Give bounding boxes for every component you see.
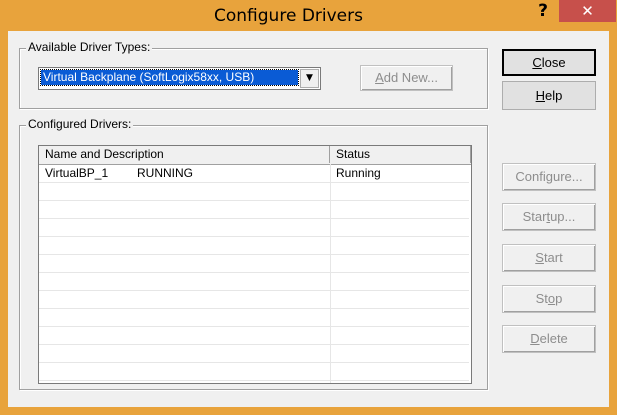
close-button[interactable]: Close: [502, 49, 596, 76]
dialog-client-area: Available Driver Types: Virtual Backplan…: [8, 31, 609, 407]
empty-row: [39, 273, 469, 291]
configured-drivers-label: Configured Drivers:: [26, 117, 134, 131]
delete-button[interactable]: Delete: [502, 325, 596, 353]
driver-type-selected-value: Virtual Backplane (SoftLogix58xx, USB): [40, 69, 299, 86]
chevron-down-icon[interactable]: ▼: [300, 69, 319, 88]
empty-row: [39, 255, 469, 273]
driver-name: VirtualBP_1: [45, 166, 109, 180]
start-button[interactable]: Start: [502, 244, 596, 272]
configure-button[interactable]: Configure...: [502, 163, 596, 191]
empty-row: [39, 237, 469, 255]
driver-type-select[interactable]: Virtual Backplane (SoftLogix58xx, USB) ▼: [38, 67, 321, 90]
driver-status: Running: [336, 166, 381, 180]
empty-row: [39, 363, 469, 381]
column-header-status[interactable]: Status: [330, 146, 471, 163]
empty-row: [39, 327, 469, 345]
empty-row: [39, 201, 469, 219]
empty-row: [39, 183, 469, 201]
list-header: Name and Description Status: [39, 146, 471, 165]
empty-row: [39, 291, 469, 309]
empty-row: [39, 309, 469, 327]
title-bar: Configure Drivers ? ✕: [0, 0, 617, 31]
add-new-button[interactable]: Add New...: [360, 65, 453, 91]
empty-row: [39, 219, 469, 237]
column-header-name[interactable]: Name and Description: [39, 146, 330, 163]
empty-row: [39, 345, 469, 363]
startup-button[interactable]: Startup...: [502, 203, 596, 231]
help-icon[interactable]: ?: [529, 0, 557, 22]
stop-button[interactable]: Stop: [502, 285, 596, 313]
table-row[interactable]: VirtualBP_1 RUNNING Running: [39, 165, 469, 183]
available-driver-types-label: Available Driver Types:: [26, 40, 153, 54]
help-button[interactable]: Help: [502, 81, 596, 110]
driver-description: RUNNING: [137, 166, 193, 180]
window-title: Configure Drivers: [214, 6, 363, 26]
configured-drivers-list[interactable]: Name and Description Status VirtualBP_1 …: [38, 145, 472, 384]
close-icon[interactable]: ✕: [559, 0, 616, 22]
